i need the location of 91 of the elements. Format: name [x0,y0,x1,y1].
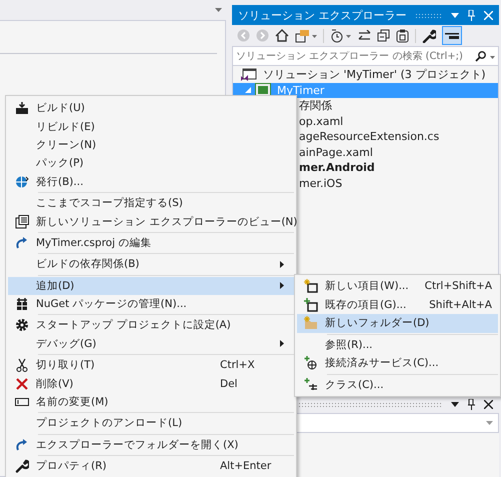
menu-item[interactable]: 追加(D) [8,276,294,295]
history-icon[interactable] [330,28,352,42]
add-item-icon [304,298,318,312]
menu-item[interactable]: スタートアップ プロジェクトに設定(A) [8,316,294,335]
package-icon [15,297,29,312]
menu-item-label: プロジェクトのアンロード(L) [36,416,184,430]
dropdown-arrow-icon[interactable] [451,402,459,406]
tree-item-label: op.xaml [299,114,344,128]
shortcut-label: Ctrl+X [220,359,256,372]
panel-title: ソリューション エクスプローラー [238,8,406,22]
menu-item[interactable]: 切り取り(T) Ctrl+X [8,356,294,374]
menu-item-label: クラス(C)... [325,378,385,392]
menu-item-label: ビルドの依存関係(B) [36,257,140,272]
menu-item-label: MyTimer.csproj の編集 [36,236,152,250]
menu-item[interactable]: エクスプローラーでフォルダーを開く(X) [8,436,294,454]
search-icon[interactable] [475,50,495,62]
menu-item[interactable]: クリーン(N) [8,136,294,154]
preview-button[interactable] [442,26,462,45]
menu-item-label: 削除(V) [36,376,74,391]
menu-item[interactable]: 削除(V) Del [8,374,294,393]
shortcut-label: Del [220,378,238,390]
menu-item[interactable]: ビルドの依存関係(B) [8,255,294,274]
tree-item[interactable]: ソリューション 'MyTimer' (3 プロジェクト) [233,67,498,82]
class-icon [304,378,318,392]
gear-icon [15,318,29,332]
shortcut-label: Shift+Alt+A [429,298,492,311]
menu-item[interactable]: MyTimer.csproj の編集 [8,234,294,252]
tree-item-label: 存関係 [299,98,332,114]
menu-item[interactable]: 発行(B)... [8,172,294,191]
menu-item[interactable]: 接続済みサービス(C)... [297,354,498,372]
menu-item[interactable]: クラス(C)... [297,376,498,394]
menu-item-label: 追加(D) [36,278,76,293]
menu-item-label: NuGet パッケージの管理(N)... [36,297,188,312]
swap-arrows-icon[interactable] [358,30,371,42]
menu-item-label: クリーン(N) [36,138,98,152]
preview-icon [445,32,459,38]
curved-arrow-icon [15,438,29,452]
window-icon [15,214,29,229]
close-icon[interactable] [484,400,493,408]
menu-item-label: 参照(R)... [325,338,374,352]
tree-item-label: ainPage.xaml [299,146,373,159]
menu-item[interactable]: 名前の変更(M) [8,392,294,412]
home-icon[interactable] [275,29,289,42]
tree-item-label: MyTimer [277,84,324,97]
menu-item[interactable]: プロジェクトのアンロード(L) [8,414,294,433]
menu-item-label: ここまでスコープ指定する(S) [36,196,184,210]
wrench-icon[interactable] [422,28,436,42]
menu-item[interactable]: 新しい項目(W)... Ctrl+Shift+A [297,277,498,296]
new-item-icon [304,279,318,294]
shortcut-label: Ctrl+Shift+A [424,280,492,292]
menu-item-label: 接続済みサービス(C)... [325,356,440,370]
build-icon [15,101,29,116]
menu-item[interactable]: NuGet パッケージの管理(N)... [8,294,294,314]
menu-item-label: スタートアップ プロジェクトに設定(A) [36,318,232,332]
tree-item-label: ソリューション 'MyTimer' (3 プロジェクト) [263,67,486,82]
menu-item-label: デバッグ(G) [36,336,98,351]
collapse-all-icon[interactable] [377,29,390,42]
menu-item[interactable]: 既存の項目(G)... Shift+Alt+A [297,296,498,314]
menu-item[interactable]: リビルド(E) [8,117,294,136]
menu-item-label: リビルド(E) [36,120,96,134]
menu-item-label: 新しい項目(W)... [325,279,410,294]
menu-item-label: エクスプローラーでフォルダーを開く(X) [36,438,240,452]
globe-icon [15,174,29,189]
service-icon [304,356,318,370]
menu-item-label: プロパティ(R) [36,459,108,474]
tree-item-label: mer.Android [299,161,375,174]
menu-item-label: ビルド(U) [36,101,86,116]
menu-item[interactable]: 参照(R)... [297,336,498,354]
menu-item[interactable]: ここまでスコープ指定する(S) [8,194,294,212]
menu-item[interactable]: 新しいフォルダー(D) [297,314,498,332]
delete-icon [15,376,29,391]
wrench-icon [15,459,29,474]
menu-item-label: 名前の変更(M) [36,395,110,410]
menu-item-label: 新しいフォルダー(D) [325,316,430,330]
scissors-icon [15,358,29,372]
tree-item-label: mer.iOS [299,176,342,190]
copy-icon[interactable] [396,28,409,42]
menu-item[interactable]: デバッグ(G) [8,334,294,354]
tree-item-label: ageResourceExtension.cs [299,130,440,144]
menu-item-label: 既存の項目(G)... [325,298,408,312]
folder-icon [304,316,318,330]
menu-item-label: パック(P) [36,156,85,170]
menu-item[interactable]: プロパティ(R) Alt+Enter [8,457,294,476]
expand-arrow-icon[interactable] [245,87,251,94]
menu-item-label: 発行(B)... [36,174,84,189]
menu-item[interactable]: パック(P) [8,154,294,173]
curved-arrow-icon [15,236,29,250]
menu-item-label: 切り取り(T) [36,358,96,372]
shortcut-label: Alt+Enter [220,460,272,472]
menu-item[interactable]: ビルド(U) [8,99,294,118]
pin-icon[interactable] [467,398,476,410]
